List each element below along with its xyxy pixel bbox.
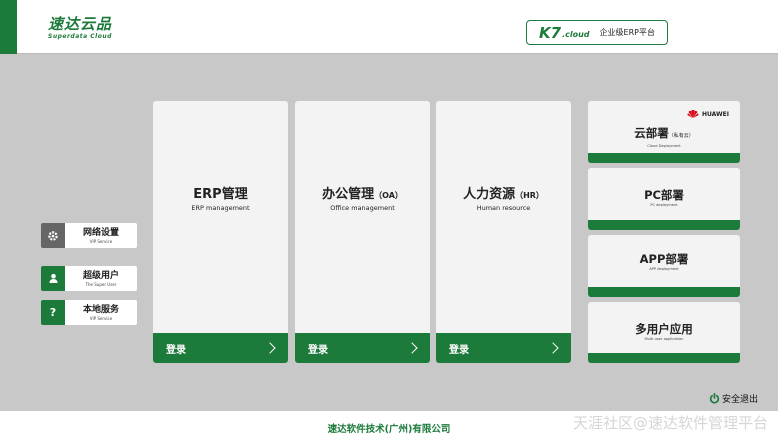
logo: 速达云品 Superdata Cloud [48, 16, 112, 40]
k7-cloud: .cloud [562, 30, 590, 39]
card-accent-bar [588, 153, 740, 163]
module-title: 人力资源 [463, 187, 516, 202]
module-subtitle: Office management [330, 204, 395, 212]
login-label: 登录 [449, 344, 469, 356]
module-card-erp: ERP管理 ERP management 登录 [153, 101, 288, 363]
card-accent-bar [588, 287, 740, 297]
network-settings-label: 网络设置 [82, 227, 119, 238]
oa-login-button[interactable]: 登录 [295, 333, 430, 363]
footer: 速达软件技术(广州)有限公司 天涯社区@速达软件管理平台 [0, 411, 778, 441]
local-service-button[interactable]: ? 本地服务 VIP Service [41, 300, 137, 325]
card-accent-bar [588, 353, 740, 363]
super-user-label: 超级用户 [82, 270, 119, 281]
k7-subtitle: 企业级ERP平台 [599, 28, 655, 37]
login-label: 登录 [308, 344, 328, 356]
deploy-title: PC部署 [644, 188, 684, 202]
deploy-subtitle: Multi-user application [644, 337, 684, 341]
cloud-deploy-card[interactable]: HUAWEI 云部署（私有云） Cloud Deployment [588, 101, 740, 163]
huawei-logo-icon [687, 110, 699, 118]
question-icon: ? [41, 300, 65, 325]
module-title: ERP管理 [193, 187, 248, 202]
deploy-title-suffix: （私有云） [668, 133, 694, 139]
local-service-sub: VIP Service [89, 315, 113, 321]
super-user-button[interactable]: 超级用户 The Super User [41, 266, 137, 291]
huawei-label: HUAWEI [701, 110, 729, 118]
module-title-suffix: （HR） [515, 191, 544, 200]
module-subtitle: Human resource [476, 204, 531, 212]
deploy-title: 云部署 [634, 126, 669, 140]
chevron-right-icon [547, 342, 559, 354]
header-accent-bar [0, 0, 17, 54]
erp-login-button[interactable]: 登录 [153, 333, 288, 363]
module-title-suffix: （OA） [374, 191, 403, 200]
multi-user-card[interactable]: 多用户应用 Multi-user application [588, 302, 740, 363]
local-service-label: 本地服务 [82, 304, 119, 315]
header: 速达云品 Superdata Cloud K7 .cloud 企业级ERP平台 [0, 0, 778, 54]
deploy-subtitle: APP deployment [649, 267, 679, 271]
deploy-title: APP部署 [639, 252, 689, 266]
module-title: 办公管理 [322, 187, 375, 202]
login-label: 登录 [166, 344, 186, 356]
logout-button[interactable]: 安全退出 [709, 392, 758, 405]
chevron-right-icon [406, 342, 418, 354]
chevron-right-icon [264, 342, 276, 354]
k7-platform-badge: K7 .cloud 企业级ERP平台 [526, 20, 668, 45]
logout-label: 安全退出 [722, 395, 759, 405]
deploy-subtitle: PC deployment [650, 203, 678, 207]
logo-cn: 速达云品 [48, 15, 113, 33]
network-settings-sub: VIP Service [89, 238, 113, 244]
pc-deploy-card[interactable]: PC部署 PC deployment [588, 168, 740, 230]
app-deploy-card[interactable]: APP部署 APP deployment [588, 235, 740, 297]
huawei-badge: HUAWEI [687, 109, 729, 119]
deploy-subtitle: Cloud Deployment [647, 144, 681, 148]
power-icon [709, 393, 720, 404]
module-card-oa: 办公管理（OA） Office management 登录 [295, 101, 430, 363]
network-settings-button[interactable]: 网络设置 VIP Service [41, 223, 137, 248]
deploy-title: 多用户应用 [635, 322, 693, 336]
gear-icon [41, 223, 65, 248]
logo-en: Superdata Cloud [48, 33, 112, 40]
k7-brand: K7 [539, 23, 562, 42]
super-user-sub: The Super User [85, 281, 117, 287]
user-icon [41, 266, 65, 291]
watermark: 天涯社区@速达软件管理平台 [572, 414, 768, 432]
module-card-hr: 人力资源（HR） Human resource 登录 [436, 101, 571, 363]
hr-login-button[interactable]: 登录 [436, 333, 571, 363]
card-accent-bar [588, 220, 740, 230]
module-subtitle: ERP management [191, 204, 250, 212]
